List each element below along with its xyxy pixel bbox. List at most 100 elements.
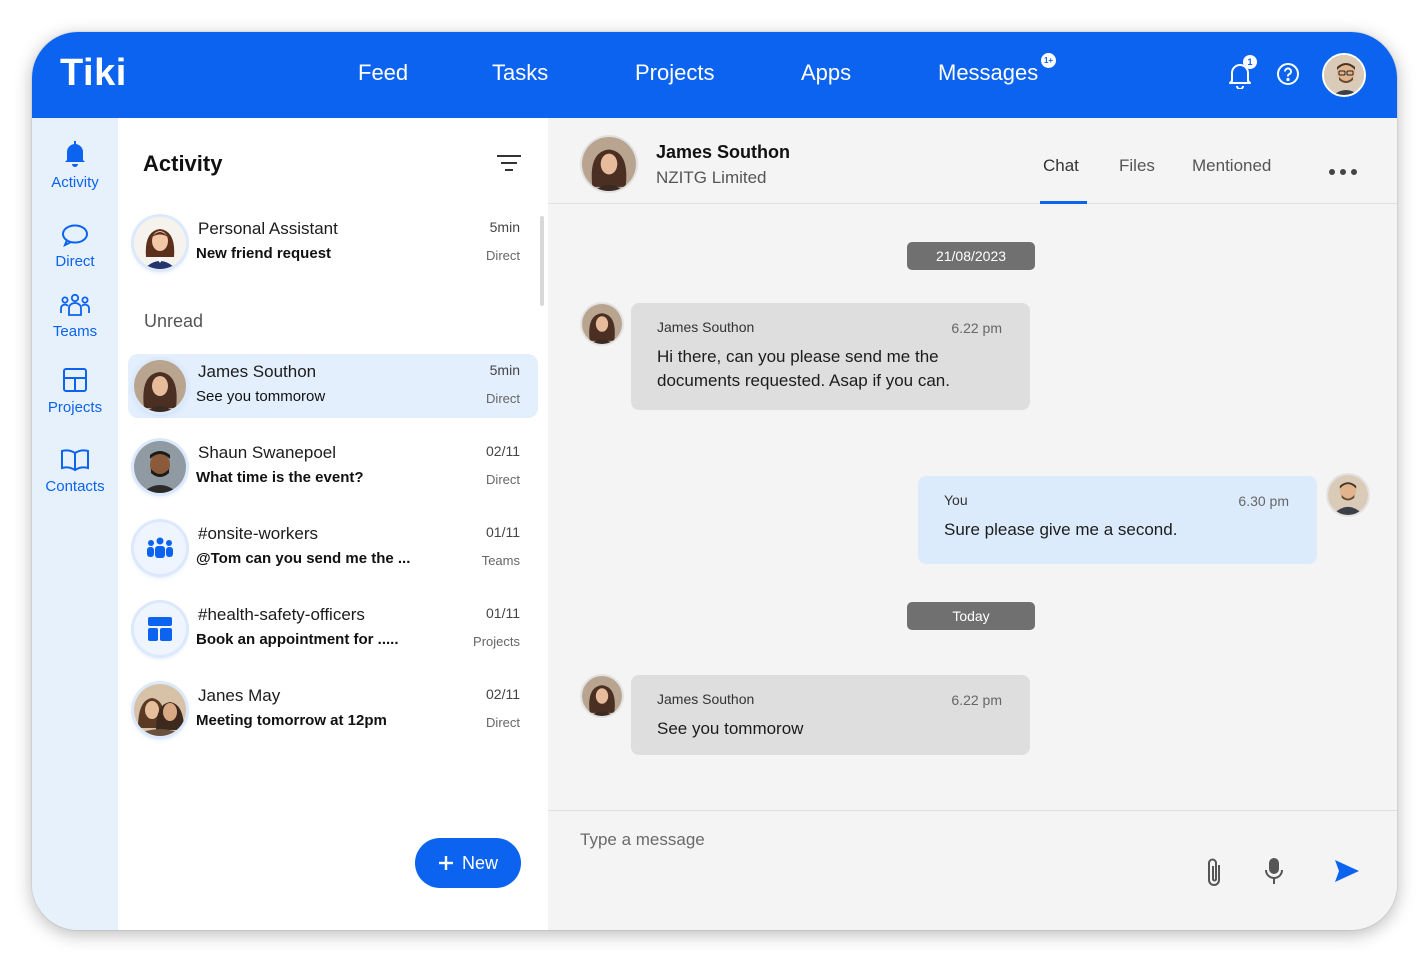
chat-panel: James Southon NZITG Limited Chat Files M… [548, 118, 1397, 930]
conversation-name: Personal Assistant [198, 219, 338, 238]
conversation-type: Direct [486, 715, 520, 730]
notifications-badge: 1 [1243, 55, 1257, 69]
brand-logo[interactable]: Tiki [60, 52, 127, 95]
conversation-health-safety-officers[interactable]: #health-safety-officers Book an appointm… [128, 597, 538, 661]
contact-avatar[interactable] [582, 137, 636, 191]
nav-feed[interactable]: Feed [358, 60, 408, 86]
conversation-james-southon[interactable]: James Southon See you tommorow 5min Dire… [128, 354, 538, 418]
team-icon [60, 293, 90, 316]
chat-bubble-icon [62, 224, 88, 247]
filter-icon[interactable] [496, 154, 522, 177]
attachment-icon[interactable] [1203, 855, 1225, 894]
incoming-message: James Southon 6.22 pm See you tommorow [631, 675, 1030, 755]
incoming-message: James Southon 6.22 pm Hi there, can you … [631, 303, 1030, 410]
new-button-label: New [461, 852, 498, 873]
avatar [1328, 475, 1368, 515]
activity-scrollbar[interactable] [540, 216, 544, 306]
contact-name: James Southon [656, 142, 791, 162]
layout-icon [63, 368, 87, 392]
send-icon[interactable] [1333, 858, 1361, 889]
message-time: 6.30 pm [1238, 493, 1289, 509]
messages-badge: 1+ [1041, 53, 1056, 68]
conversation-janes-may[interactable]: Janes May Meeting tomorrow at 12pm 02/11… [128, 678, 538, 742]
conversation-time: 5min [489, 219, 520, 235]
team-icon [134, 522, 186, 574]
rail-contacts[interactable]: Contacts [32, 448, 118, 495]
help-icon[interactable] [1276, 62, 1300, 91]
avatar [582, 676, 622, 716]
message-text: Hi there, can you please send me the doc… [657, 347, 950, 390]
nav-apps[interactable]: Apps [801, 60, 851, 86]
avatar [134, 684, 186, 736]
conversation-preview: New friend request [196, 245, 332, 262]
rail-teams-label: Teams [52, 323, 98, 340]
conversation-time: 01/11 [486, 605, 520, 621]
conversation-type: Projects [473, 634, 520, 649]
conversation-type: Direct [486, 472, 520, 487]
avatar [582, 304, 622, 344]
bell-icon [65, 141, 85, 167]
conversation-time: 02/11 [486, 686, 520, 702]
rail-direct[interactable]: Direct [32, 223, 118, 270]
avatar [134, 360, 186, 412]
left-icon-rail: Activity Direct Teams Projects Contacts [32, 118, 118, 930]
conversation-name: #health-safety-officers [198, 605, 365, 624]
chat-header: James Southon NZITG Limited Chat Files M… [548, 118, 1397, 204]
conversation-type: Direct [486, 248, 520, 263]
conversation-type: Direct [486, 391, 520, 406]
message-time: 6.22 pm [951, 320, 1002, 336]
conversation-type: Teams [481, 553, 520, 568]
avatar [134, 441, 186, 493]
layout-icon [134, 603, 186, 655]
conversation-preview: See you tommorow [196, 388, 326, 405]
tab-chat[interactable]: Chat [1043, 156, 1079, 176]
rail-activity[interactable]: Activity [32, 140, 118, 191]
rail-direct-label: Direct [55, 253, 95, 270]
conversation-name: Janes May [198, 686, 281, 705]
date-separator: 21/08/2023 [907, 242, 1035, 270]
outgoing-message: You 6.30 pm Sure please give me a second… [918, 476, 1317, 564]
conversation-name: Shaun Swanepoel [198, 443, 337, 462]
activity-panel: Activity Personal Assistant New friend r… [118, 118, 548, 930]
user-profile-avatar[interactable] [1322, 53, 1366, 97]
message-time: 6.22 pm [951, 692, 1002, 708]
conversation-shaun-swanepoel[interactable]: Shaun Swanepoel What time is the event? … [128, 435, 538, 499]
message-composer [548, 810, 1397, 930]
activity-title: Activity [143, 151, 223, 176]
conversation-time: 01/11 [486, 524, 520, 540]
conversation-name: James Southon [198, 362, 317, 381]
microphone-icon[interactable] [1263, 857, 1285, 890]
message-input[interactable] [580, 825, 1140, 855]
conversation-preview: Book an appointment for ..... [196, 631, 399, 648]
tab-files[interactable]: Files [1119, 156, 1155, 176]
conversation-time: 02/11 [486, 443, 520, 459]
conversation-name: #onsite-workers [198, 524, 318, 543]
more-options-icon[interactable] [1328, 163, 1358, 181]
nav-projects[interactable]: Projects [635, 60, 714, 86]
conversation-personal-assistant[interactable]: Personal Assistant New friend request 5m… [128, 211, 538, 275]
avatar [134, 217, 186, 269]
conversation-preview: Meeting tomorrow at 12pm [196, 712, 387, 729]
conversation-time: 5min [489, 362, 520, 378]
tab-mentioned[interactable]: Mentioned [1192, 156, 1271, 176]
rail-teams[interactable]: Teams [32, 293, 118, 340]
new-conversation-button[interactable]: New [415, 838, 521, 888]
rail-projects-label: Projects [47, 399, 103, 416]
top-navigation-bar: Tiki Feed Tasks Projects Apps Messages 1… [32, 32, 1397, 118]
date-separator: Today [907, 602, 1035, 630]
plus-icon [438, 856, 453, 870]
message-text: See you tommorow [657, 719, 804, 738]
nav-messages[interactable]: Messages [938, 60, 1038, 86]
rail-projects[interactable]: Projects [32, 367, 118, 416]
conversation-preview: What time is the event? [196, 469, 364, 486]
conversation-onsite-workers[interactable]: #onsite-workers @Tom can you send me the… [128, 516, 538, 580]
app-window: Tiki Feed Tasks Projects Apps Messages 1… [32, 32, 1397, 930]
rail-contacts-label: Contacts [45, 478, 105, 495]
unread-section-label: Unread [144, 311, 204, 331]
active-tab-indicator [1040, 201, 1087, 204]
conversation-preview: @Tom can you send me the ... [196, 550, 411, 567]
contact-company: NZITG Limited [656, 168, 767, 187]
book-icon [61, 449, 89, 472]
rail-activity-label: Activity [51, 174, 99, 191]
nav-tasks[interactable]: Tasks [492, 60, 548, 86]
